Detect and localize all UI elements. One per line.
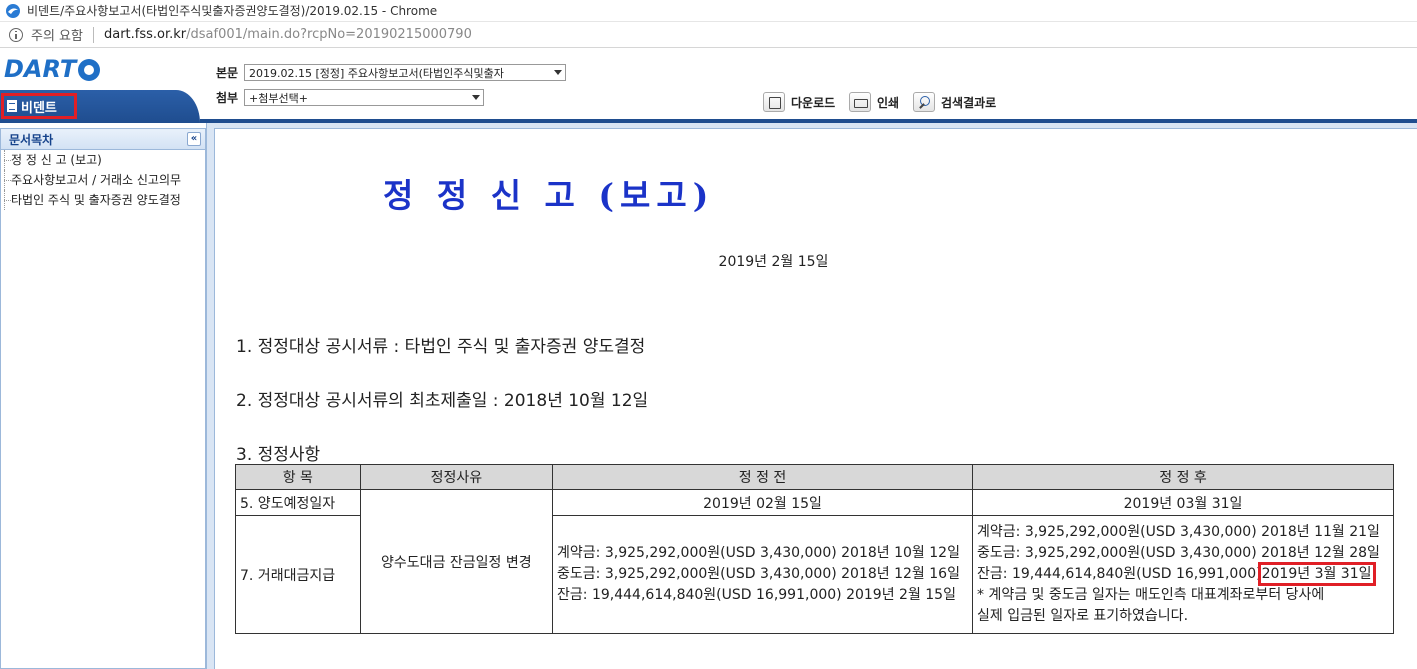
- search-results-label: 검색결과로: [941, 95, 997, 110]
- main-doc-row: 본문 2019.02.15 [정정] 주요사항보고서(타법인주식및출자: [216, 64, 566, 81]
- chrome-favicon-icon: [6, 3, 20, 18]
- highlighted-balance-date: 2019년 3월 31일: [1257, 562, 1376, 586]
- toc-item-correction-report[interactable]: 정 정 신 고 (보고): [1, 150, 205, 170]
- header-reason: 정정사유: [359, 464, 554, 490]
- print-icon: [849, 92, 871, 112]
- window-title-bar: 비덴트/주요사항보고서(타법인주식및출자증권양도결정)/2019.02.15 -…: [0, 0, 1417, 22]
- dart-header: DART 비덴트 본문 2019.02.15 [정정] 주요사항보고서(타법인주…: [0, 48, 1417, 123]
- before-payment-line: 잔금: 19,444,614,840원(USD 16,991,000) 2019…: [557, 587, 956, 603]
- cell-item-payment: 7. 거래대금지급: [235, 515, 361, 634]
- download-label: 다운로드: [791, 95, 836, 110]
- cell-after-payment: 계약금: 3,925,292,000원(USD 3,430,000) 2018년…: [972, 515, 1394, 634]
- cell-after-transfer-date: 2019년 03월 31일: [972, 489, 1394, 516]
- company-name: 비덴트: [21, 100, 57, 116]
- header-before: 정 정 전: [552, 464, 974, 490]
- after-payment-note: * 계약금 및 중도금 일자는 매도인측 대표계좌로부터 당사에: [977, 587, 1325, 603]
- attach-label: 첨부: [216, 91, 239, 105]
- header-after: 정 정 후: [972, 464, 1394, 490]
- company-doc-icon: [7, 100, 17, 112]
- header-item: 항 목: [235, 464, 361, 490]
- before-payment-line: 중도금: 3,925,292,000원(USD 3,430,000) 2018년…: [557, 566, 960, 582]
- url-host[interactable]: dart.fss.or.kr: [104, 27, 186, 42]
- amendment-table: 항 목 정정사유 정 정 전 정 정 후 5. 양도예정일자 양수도대금 잔금일…: [235, 464, 1394, 634]
- search-results-button[interactable]: 검색결과로: [913, 92, 996, 112]
- after-balance-amount: 잔금: 19,444,614,840원(USD 16,991,000): [977, 566, 1262, 582]
- dart-logo-icon: [78, 59, 101, 81]
- document-date: 2019년 2월 15일: [718, 254, 829, 270]
- address-divider: [92, 26, 94, 43]
- window-title: 비덴트/주요사항보고서(타법인주식및출자증권양도결정)/2019.02.15 -…: [27, 4, 438, 18]
- cell-before-payment: 계약금: 3,925,292,000원(USD 3,430,000) 2018년…: [552, 515, 974, 634]
- toc-item-major-report[interactable]: 주요사항보고서 / 거래소 신고의무: [1, 170, 205, 190]
- toc-header: 문서목차 «: [1, 129, 205, 150]
- main-doc-select[interactable]: 2019.02.15 [정정] 주요사항보고서(타법인주식및출자: [244, 64, 566, 81]
- dart-logo-text: DART: [4, 55, 77, 83]
- cell-before-transfer-date: 2019년 02월 15일: [552, 489, 974, 516]
- table-header-row: 항 목 정정사유 정 정 전 정 정 후: [235, 464, 1394, 490]
- document-viewer: 정 정 신 고 (보고) 2019년 2월 15일 1. 정정대상 공시서류 :…: [214, 128, 1417, 669]
- main-doc-select-value: 2019.02.15 [정정] 주요사항보고서(타법인주식및출자: [249, 66, 504, 80]
- security-warning[interactable]: 주의 요함: [31, 25, 83, 44]
- toc-item-stock-transfer[interactable]: 타법인 주식 및 출자증권 양도결정: [1, 190, 205, 210]
- chevron-down-icon: [554, 70, 562, 75]
- cell-item-transfer-date: 5. 양도예정일자: [235, 489, 361, 516]
- main-doc-label: 본문: [216, 66, 239, 80]
- toc-sidebar: 문서목차 « 정 정 신 고 (보고) 주요사항보고서 / 거래소 신고의무 타…: [0, 128, 206, 669]
- item-3-text: 3. 정정사항: [236, 445, 321, 465]
- search-icon: [913, 92, 935, 112]
- info-icon[interactable]: [9, 27, 23, 42]
- company-name-box: 비덴트: [1, 93, 77, 119]
- after-payment-line: 계약금: 3,925,292,000원(USD 3,430,000) 2018년…: [977, 524, 1380, 540]
- print-button[interactable]: 인쇄: [849, 92, 899, 112]
- after-payment-line: 중도금: 3,925,292,000원(USD 3,430,000) 2018년…: [977, 545, 1380, 561]
- attach-row: 첨부 +첨부선택+: [216, 89, 484, 106]
- table-row: 5. 양도예정일자 양수도대금 잔금일정 변경 2019년 02월 15일 20…: [235, 489, 1394, 634]
- after-payment-line: 잔금: 19,444,614,840원(USD 16,991,000)2019년…: [977, 562, 1389, 586]
- panel-splitter[interactable]: [206, 123, 214, 669]
- item-1-text: 1. 정정대상 공시서류 : 타법인 주식 및 출자증권 양도결정: [236, 337, 646, 357]
- dart-logo[interactable]: DART: [0, 48, 200, 90]
- chevron-down-icon: [472, 95, 480, 100]
- before-payment-line: 계약금: 3,925,292,000원(USD 3,430,000) 2018년…: [557, 545, 960, 561]
- attach-select[interactable]: +첨부선택+: [244, 89, 484, 106]
- download-button[interactable]: 다운로드: [763, 92, 835, 112]
- attach-select-value: +첨부선택+: [249, 91, 308, 105]
- cell-reason: 양수도대금 잔금일정 변경: [359, 489, 554, 634]
- toc-title: 문서목차: [9, 132, 54, 147]
- after-payment-note: 실제 입금된 일자로 표기하였습니다.: [977, 608, 1189, 624]
- document-title: 정 정 신 고 (보고): [383, 176, 715, 215]
- download-icon: [763, 92, 785, 112]
- collapse-sidebar-button[interactable]: «: [187, 132, 201, 146]
- print-label: 인쇄: [877, 95, 900, 110]
- item-2-text: 2. 정정대상 공시서류의 최초제출일 : 2018년 10월 12일: [236, 391, 649, 411]
- address-bar[interactable]: 주의 요함 dart.fss.or.kr/dsaf001/main.do?rcp…: [0, 22, 1417, 48]
- url-path[interactable]: /dsaf001/main.do?rcpNo=20190215000790: [186, 27, 472, 42]
